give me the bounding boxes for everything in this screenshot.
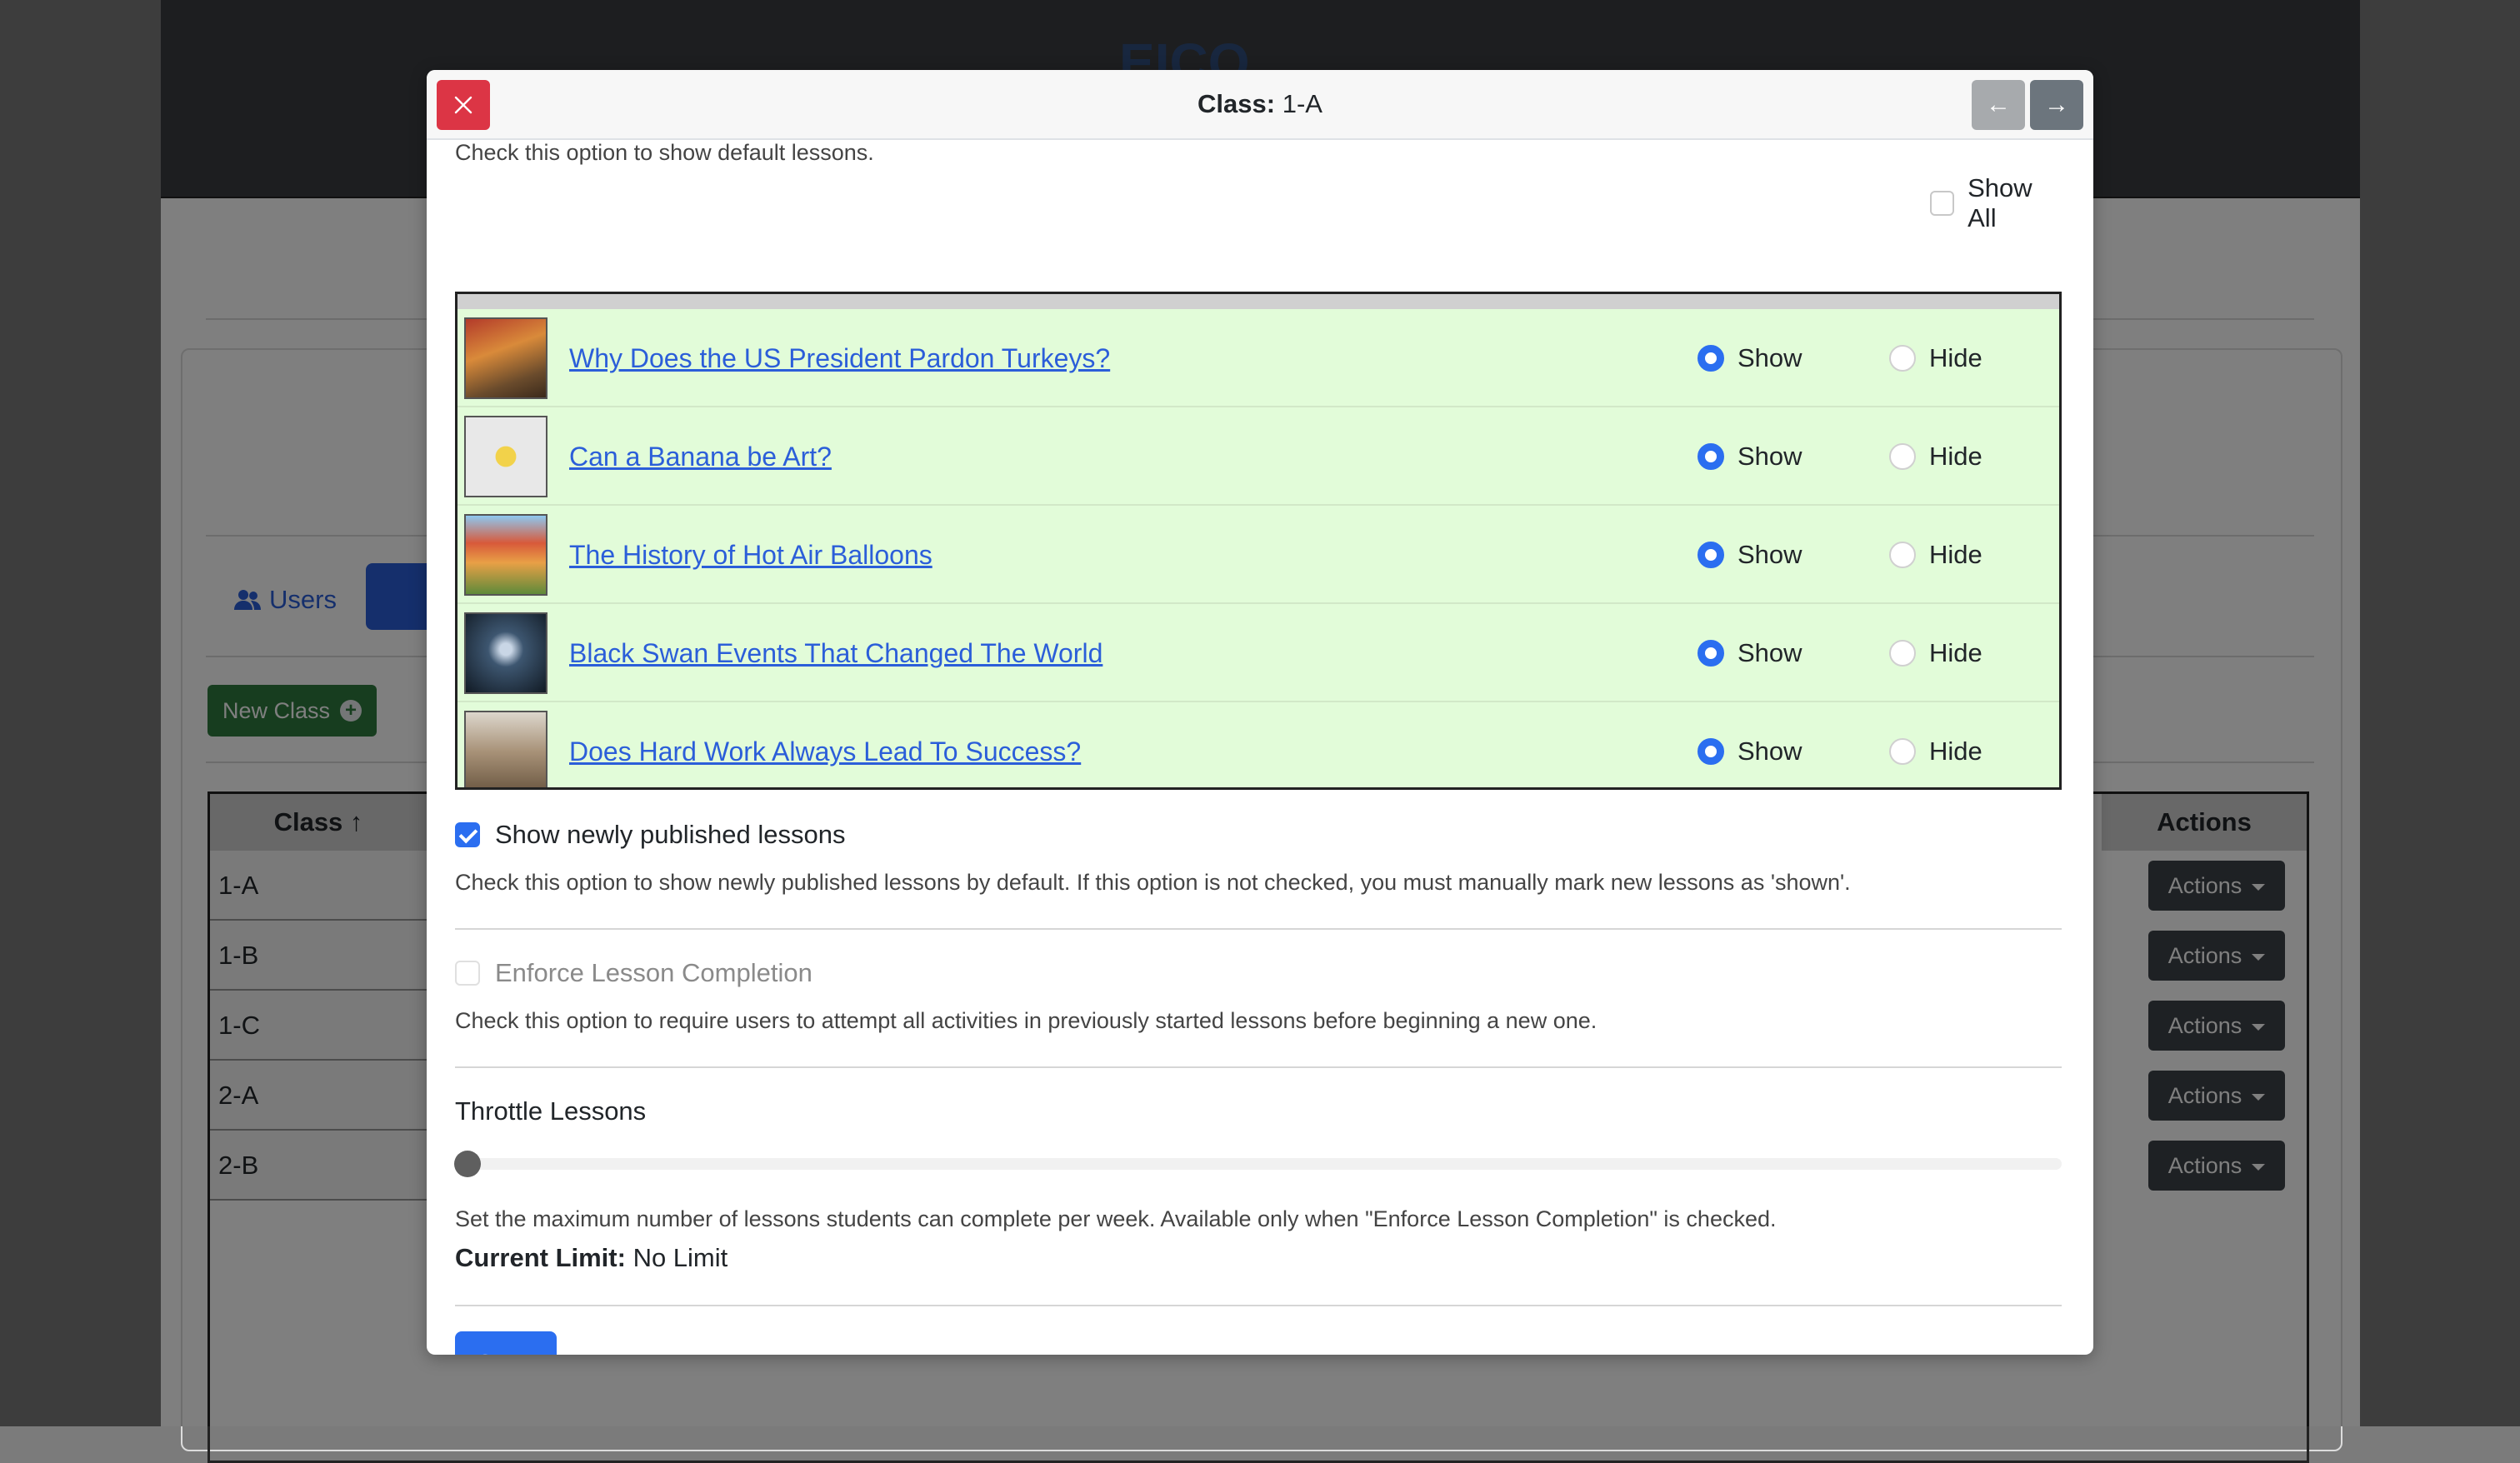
show-radio[interactable] <box>1698 542 1724 568</box>
class-settings-modal: Class: 1-A ← → Check this option to show… <box>427 70 2093 1355</box>
modal-title-label: Class: <box>1198 89 1276 118</box>
show-radio[interactable] <box>1698 443 1724 470</box>
hide-radio[interactable] <box>1889 542 1916 568</box>
visibility-show-option[interactable]: Show <box>1698 702 1802 787</box>
throttle-title: Throttle Lessons <box>455 1096 647 1126</box>
visibility-show-option[interactable]: Show <box>1698 309 1802 407</box>
lesson-link[interactable]: Black Swan Events That Changed The World <box>569 604 1102 702</box>
show-label: Show <box>1738 736 1802 766</box>
visibility-hide-option[interactable]: Hide <box>1889 702 1982 787</box>
previous-class-button[interactable]: ← <box>1972 80 2025 130</box>
visibility-show-option[interactable]: Show <box>1698 506 1802 604</box>
lesson-link[interactable]: The History of Hot Air Balloons <box>569 506 932 604</box>
show-label: Show <box>1738 638 1802 667</box>
current-limit-label: Current Limit: <box>455 1243 626 1272</box>
next-class-button[interactable]: → <box>2030 80 2083 130</box>
enforce-completion-option[interactable]: Enforce Lesson Completion <box>455 958 812 988</box>
hide-label: Hide <box>1929 343 1982 372</box>
close-button[interactable] <box>437 80 490 130</box>
lesson-thumbnail <box>464 612 548 694</box>
show-radio[interactable] <box>1698 345 1724 372</box>
lesson-row: Why Does the US President Pardon Turkeys… <box>458 309 2059 407</box>
enforce-completion-checkbox[interactable] <box>455 961 480 986</box>
lesson-link[interactable]: Does Hard Work Always Lead To Success? <box>569 702 1081 787</box>
visibility-hide-option[interactable]: Hide <box>1889 506 1982 604</box>
hide-radio[interactable] <box>1889 443 1916 470</box>
newly-published-description: Check this option to show newly publishe… <box>455 870 1851 895</box>
lesson-thumbnail <box>464 711 548 787</box>
current-limit-value: No Limit <box>632 1243 728 1272</box>
lesson-link[interactable]: Can a Banana be Art? <box>569 407 832 506</box>
show-all-checkbox[interactable] <box>1930 191 1955 216</box>
modal-title: Class: 1-A <box>427 70 2093 138</box>
show-all-toggle[interactable]: Show All <box>1930 173 2063 233</box>
visibility-hide-option[interactable]: Hide <box>1889 604 1982 702</box>
hide-label: Hide <box>1929 638 1982 667</box>
hide-radio[interactable] <box>1889 738 1916 765</box>
lesson-row: The History of Hot Air Balloons Show Hid… <box>458 506 2059 604</box>
enforce-completion-label: Enforce Lesson Completion <box>495 958 812 987</box>
lesson-row: Can a Banana be Art? Show Hide <box>458 407 2059 506</box>
show-radio[interactable] <box>1698 640 1724 667</box>
visibility-show-option[interactable]: Show <box>1698 604 1802 702</box>
lesson-thumbnail <box>464 416 548 497</box>
newly-published-checkbox[interactable] <box>455 822 480 847</box>
lesson-row: Black Swan Events That Changed The World… <box>458 604 2059 702</box>
show-all-label: Show All <box>1968 173 2032 232</box>
hide-radio[interactable] <box>1889 345 1916 372</box>
visibility-hide-option[interactable]: Hide <box>1889 407 1982 506</box>
current-limit: Current Limit: No Limit <box>455 1243 728 1273</box>
show-label: Show <box>1738 343 1802 372</box>
hide-label: Hide <box>1929 736 1982 766</box>
divider <box>455 928 2062 930</box>
show-label: Show <box>1738 442 1802 471</box>
visibility-show-option[interactable]: Show <box>1698 407 1802 506</box>
show-radio[interactable] <box>1698 738 1724 765</box>
lesson-thumbnail <box>464 514 548 596</box>
modal-header: Class: 1-A ← → <box>427 70 2093 140</box>
lesson-row: Does Hard Work Always Lead To Success? S… <box>458 702 2059 787</box>
enforce-completion-description: Check this option to require users to at… <box>455 1008 1598 1033</box>
newly-published-option[interactable]: Show newly published lessons <box>455 820 845 850</box>
show-label: Show <box>1738 540 1802 569</box>
lesson-link[interactable]: Why Does the US President Pardon Turkeys… <box>569 309 1110 407</box>
lessons-table: Topic Visibility Why Does the US Preside… <box>455 292 2062 790</box>
hide-label: Hide <box>1929 540 1982 569</box>
divider <box>455 1066 2062 1068</box>
divider <box>455 1305 2062 1306</box>
save-button[interactable]: Save <box>455 1331 557 1355</box>
close-icon <box>454 96 472 114</box>
visibility-hide-option[interactable]: Hide <box>1889 309 1982 407</box>
newly-published-label: Show newly published lessons <box>495 820 846 849</box>
default-lessons-description: Check this option to show default lesson… <box>455 140 874 165</box>
modal-title-value: 1-A <box>1282 89 1322 118</box>
throttle-slider[interactable] <box>454 1151 2062 1177</box>
hide-label: Hide <box>1929 442 1982 471</box>
throttle-description: Set the maximum number of lessons studen… <box>455 1206 1777 1231</box>
hide-radio[interactable] <box>1889 640 1916 667</box>
lesson-thumbnail <box>464 317 548 399</box>
throttle-slider-handle[interactable] <box>454 1151 481 1177</box>
